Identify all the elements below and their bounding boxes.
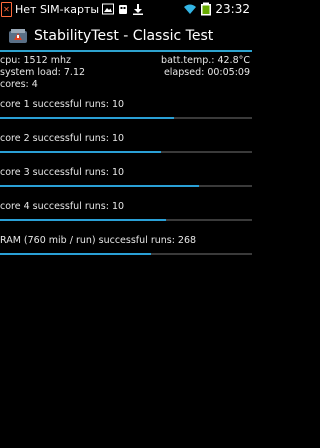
core-4-label: core 4 successful runs: 10	[0, 201, 125, 212]
clock: 23:32	[215, 2, 250, 16]
download-icon	[133, 4, 144, 15]
android-icon	[119, 5, 128, 14]
core-1-progress	[0, 117, 252, 119]
info-line-1: cpu: 1512 mhz batt.temp.: 42.8°C	[0, 55, 252, 67]
ram-label: RAM (760 mib / run) successful runs: 268	[0, 235, 197, 246]
no-sim-icon: ✕	[1, 1, 12, 17]
elapsed-text: elapsed: 00:05:09	[163, 67, 250, 78]
title-divider	[0, 50, 252, 52]
core-1-label: core 1 successful runs: 10	[0, 99, 125, 110]
carrier-text: Нет SIM-карты	[15, 2, 100, 16]
system-load-text: system load: 7.12	[0, 67, 86, 78]
app-title: StabilityTest - Classic Test	[34, 28, 214, 44]
gallery-icon	[102, 3, 115, 15]
core-3-label: core 3 successful runs: 10	[0, 167, 125, 178]
info-line-2: system load: 7.12 elapsed: 00:05:09	[0, 67, 252, 79]
cpu-text: cpu: 1512 mhz	[0, 55, 71, 66]
app-logo-icon[interactable]	[8, 26, 28, 46]
action-bar: StabilityTest - Classic Test	[0, 22, 252, 50]
core-2-progress	[0, 151, 252, 153]
ram-progress	[0, 253, 252, 255]
cores-text: cores: 4	[0, 79, 38, 90]
battery-icon	[201, 2, 212, 16]
status-bar: ✕ Нет SIM-карты 23:32	[0, 0, 252, 18]
wifi-icon	[184, 4, 197, 14]
core-2-label: core 2 successful runs: 10	[0, 133, 125, 144]
core-4-progress	[0, 219, 252, 221]
batt-temp-text: batt.temp.: 42.8°C	[161, 55, 250, 66]
info-line-3: cores: 4	[0, 79, 252, 91]
core-3-progress	[0, 185, 252, 187]
